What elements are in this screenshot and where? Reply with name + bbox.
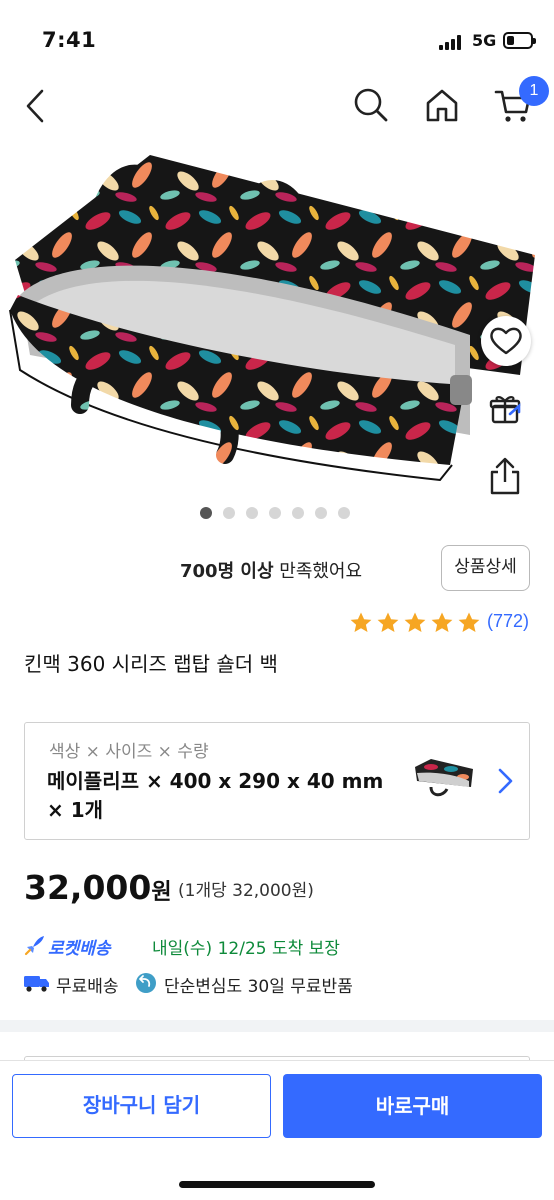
carousel-dot[interactable] — [246, 507, 258, 519]
status-time: 7:41 — [42, 28, 97, 52]
star-icon — [458, 612, 480, 632]
carousel-dot[interactable] — [269, 507, 281, 519]
carousel-dot[interactable] — [292, 507, 304, 519]
signal-icon — [439, 34, 463, 50]
section-divider — [0, 1020, 554, 1032]
carousel-dot[interactable] — [338, 507, 350, 519]
return-icon — [136, 973, 156, 993]
star-icon — [431, 612, 453, 632]
heart-icon — [490, 327, 522, 355]
option-selector[interactable]: 색상 × 사이즈 × 수량 메이플리프 × 400 x 290 x 40 mm … — [24, 722, 530, 840]
satisfaction-text: 700명 이상 만족했어요 — [180, 557, 362, 583]
top-nav — [0, 82, 554, 130]
star-icon — [404, 612, 426, 632]
arrival-guarantee: 내일(수) 12/25 도착 보장 — [152, 939, 340, 959]
option-label: 색상 × 사이즈 × 수량 — [49, 742, 209, 762]
option-value: 메이플리프 × 400 x 290 x 40 mm × 1개 — [47, 769, 384, 822]
status-bar: 7:41 5G — [0, 0, 554, 82]
star-icon — [377, 612, 399, 632]
product-image[interactable] — [0, 135, 554, 495]
back-icon[interactable] — [22, 88, 48, 124]
satisfaction-suffix: 만족했어요 — [273, 561, 363, 582]
review-count[interactable]: (772) — [487, 611, 529, 632]
carousel-dot[interactable] — [223, 507, 235, 519]
share-icon[interactable] — [487, 456, 523, 496]
price-amount: 32,000 — [24, 868, 152, 907]
free-shipping-label: 무료배송 — [56, 977, 119, 997]
price-currency: 원 — [151, 880, 172, 905]
rocket-icon — [24, 936, 44, 956]
option-thumbnail — [415, 759, 473, 797]
rating-stars[interactable] — [349, 611, 484, 635]
unit-price: (1개당 32,000원) — [178, 881, 314, 901]
search-icon[interactable] — [353, 87, 389, 125]
gift-icon[interactable] — [488, 392, 522, 426]
battery-icon — [503, 32, 536, 49]
free-return-label: 단순변심도 30일 무료반품 — [164, 977, 353, 997]
home-icon[interactable] — [424, 87, 460, 123]
buy-now-button[interactable]: 바로구매 — [283, 1074, 542, 1138]
chevron-right-icon — [498, 768, 513, 794]
carousel-dot[interactable] — [200, 507, 212, 519]
carousel-dot[interactable] — [315, 507, 327, 519]
satisfaction-count: 700명 이상 — [180, 561, 274, 582]
home-indicator[interactable] — [179, 1181, 375, 1188]
product-title: 킨맥 360 시리즈 랩탑 숄더 백 — [24, 652, 278, 676]
favorite-button[interactable] — [481, 316, 531, 366]
add-to-cart-button[interactable]: 장바구니 담기 — [12, 1074, 271, 1138]
bottom-action-bar: 장바구니 담기 바로구매 — [0, 1060, 554, 1200]
cart-count-badge[interactable]: 1 — [519, 76, 549, 106]
rocket-delivery-label: 로켓배송 — [48, 939, 111, 959]
star-icon — [350, 612, 372, 632]
price: 32,000원 — [24, 868, 172, 907]
network-type: 5G — [472, 31, 497, 50]
product-detail-button[interactable]: 상품상세 — [441, 545, 530, 591]
truck-icon — [24, 976, 49, 992]
